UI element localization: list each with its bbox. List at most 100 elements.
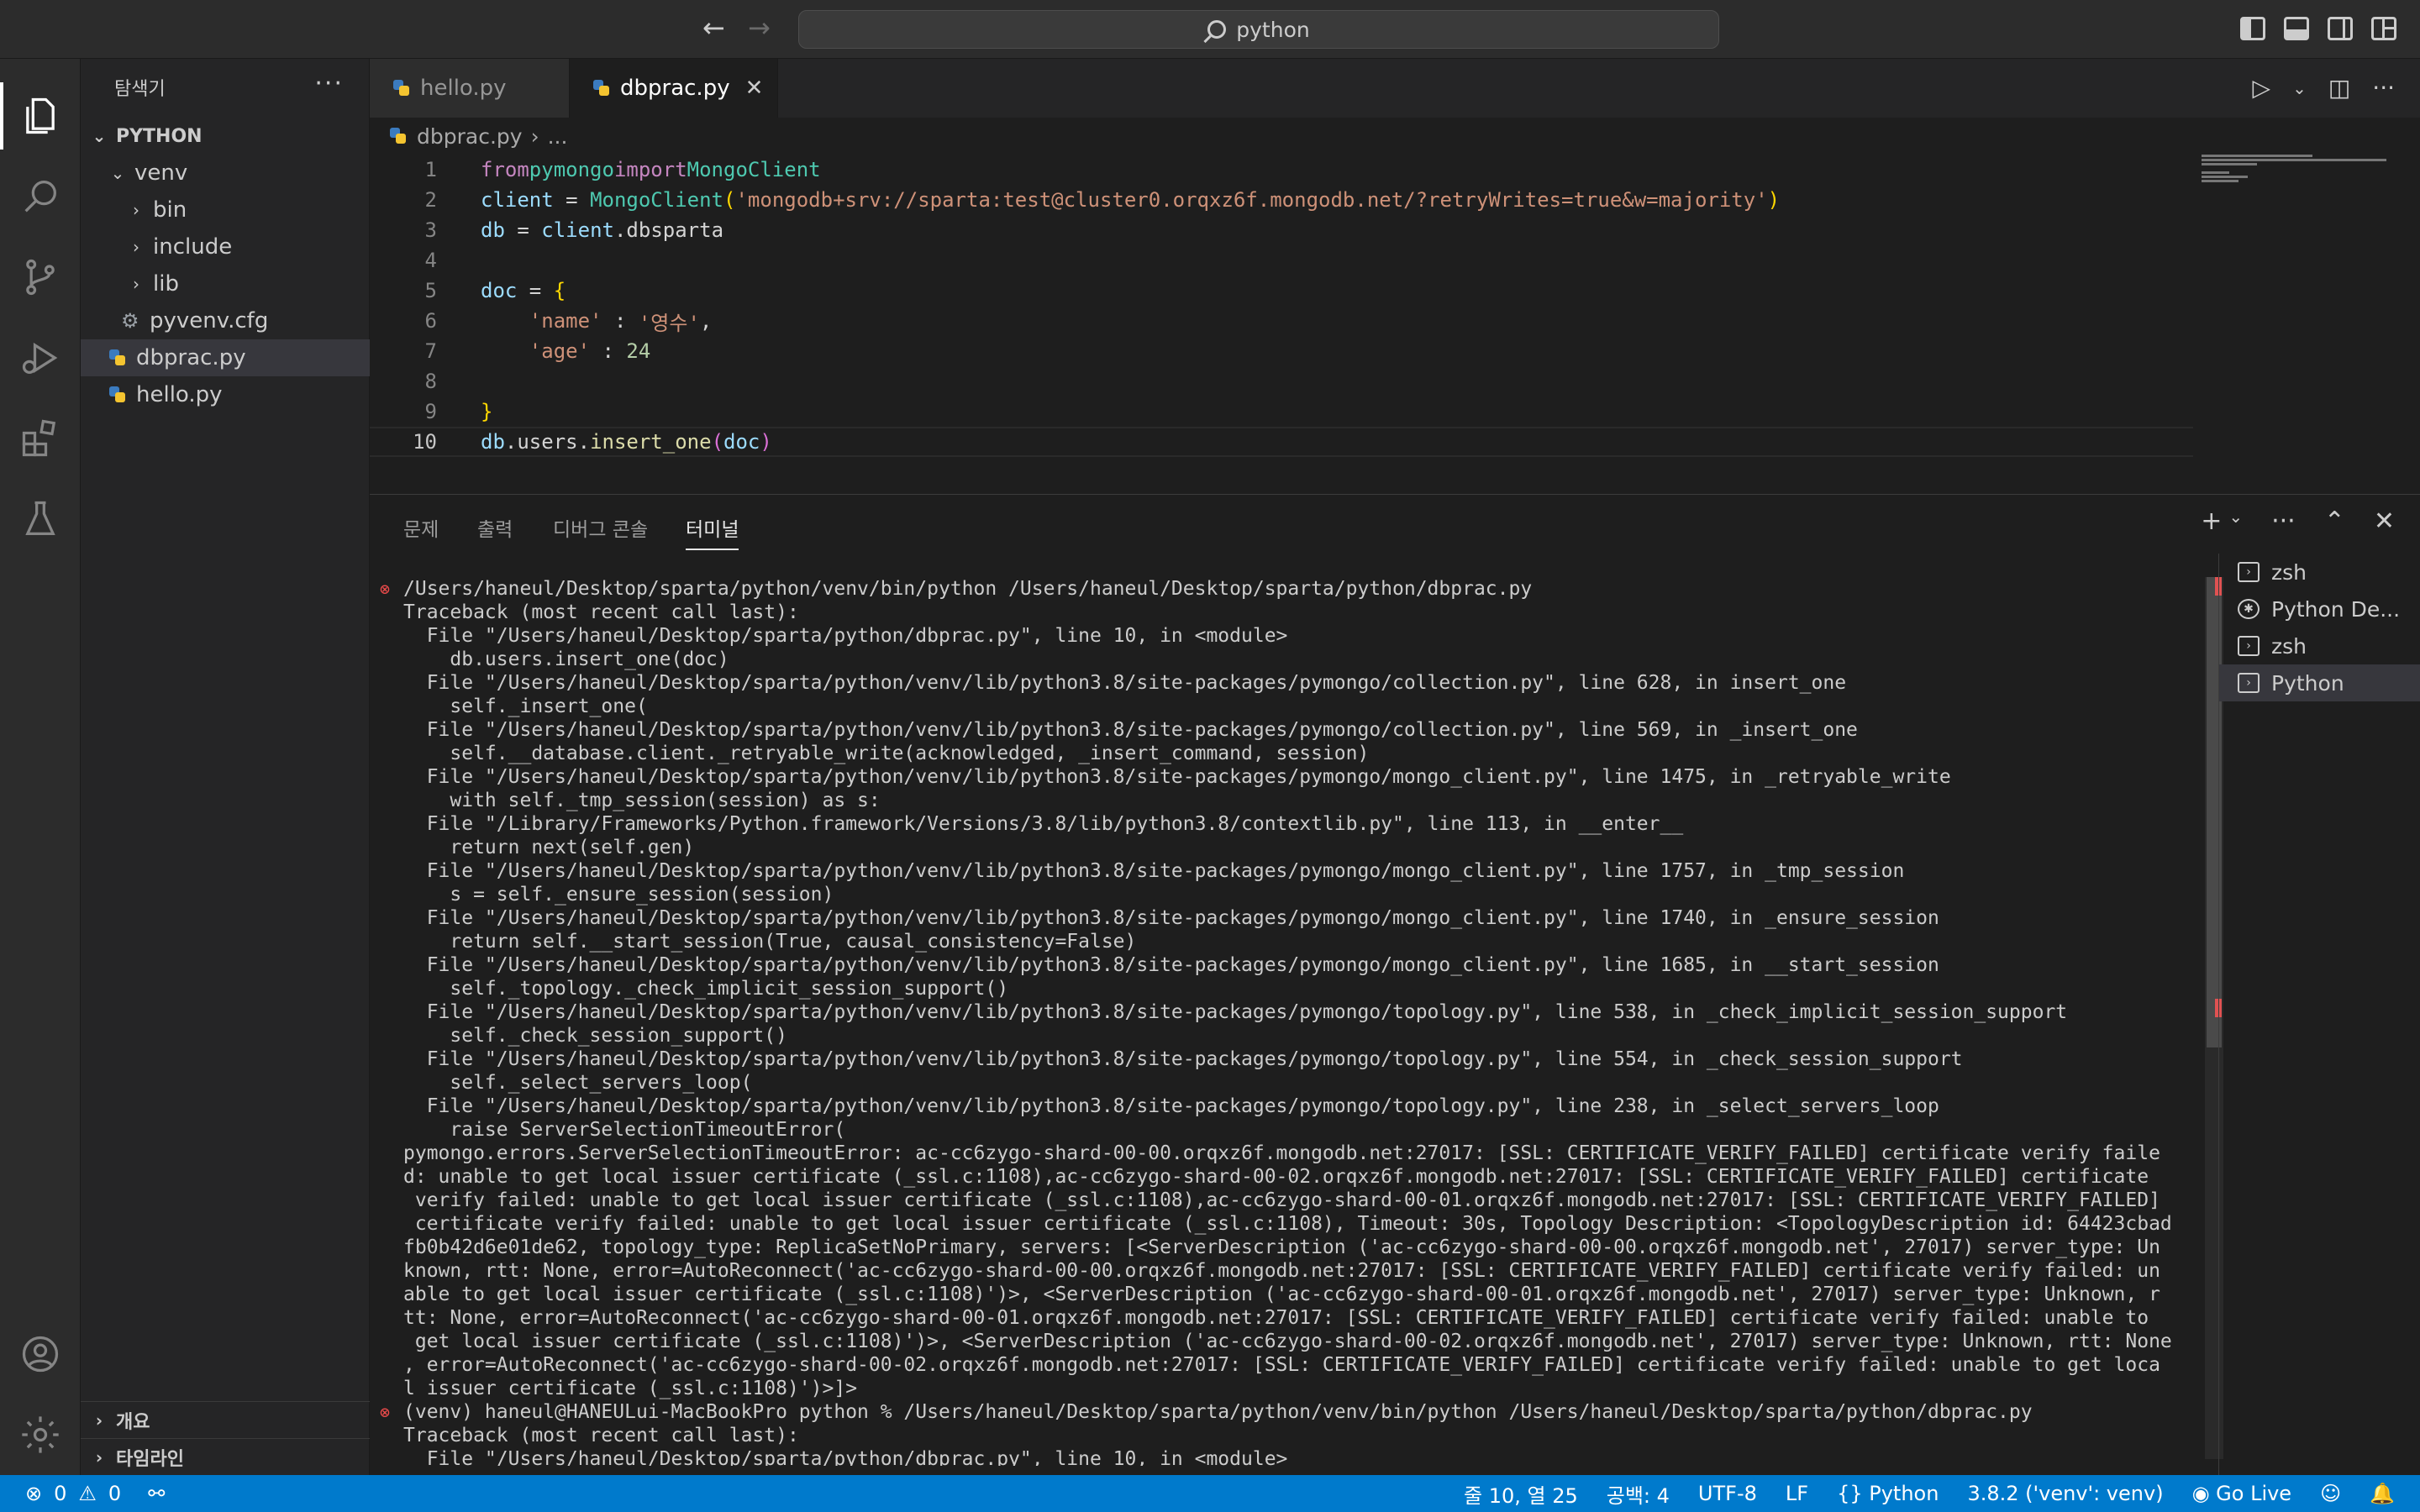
terminal-item-python-debug[interactable]: ✱ Python De...	[2219, 591, 2420, 627]
tab-hello-py[interactable]: hello.py	[370, 59, 570, 118]
accounts-icon[interactable]	[0, 1314, 81, 1394]
terminal-item-zsh-2[interactable]: › zsh	[2219, 627, 2420, 664]
toggle-primary-sidebar-icon[interactable]	[2240, 17, 2265, 40]
tree-item-bin[interactable]: › bin	[81, 192, 370, 228]
warning-icon[interactable]: ⚠	[78, 1482, 97, 1505]
tab-problems[interactable]: 문제	[403, 513, 439, 542]
language-mode[interactable]: {} Python	[1837, 1482, 1939, 1505]
terminal-line: File "/Users/haneul/Desktop/sparta/pytho…	[370, 859, 2218, 883]
explorer-icon[interactable]	[0, 76, 81, 156]
terminal-line-text: self._insert_one(	[403, 696, 648, 717]
tree-item-lib[interactable]: › lib	[81, 265, 370, 302]
terminal-line-text: db.users.insert_one(doc)	[403, 648, 729, 670]
tab-debug-console[interactable]: 디버그 콘솔	[553, 513, 648, 542]
panel-tabs: 문제 출력 디버그 콘솔 터미널 + ⌄ ··· ⌃ ✕	[370, 495, 2420, 557]
terminal-line: known, rtt: None, error=AutoReconnect('a…	[370, 1259, 2218, 1283]
tab-dbprac-py[interactable]: dbprac.py ✕	[570, 59, 778, 118]
terminal-line: , error=AutoReconnect('ac-cc6zygo-shard-…	[370, 1353, 2218, 1377]
feedback-icon[interactable]: ☺	[2320, 1482, 2341, 1505]
status-right: 줄 10, 열 25 공백: 4 UTF-8 LF {} Python 3.8.…	[1464, 1475, 2395, 1512]
timeline-label: 타임라인	[116, 1448, 184, 1470]
terminal-line-text: pymongo.errors.ServerSelectionTimeoutErr…	[403, 1142, 2160, 1164]
more-actions-icon[interactable]: ···	[2271, 507, 2296, 536]
line-number: 7	[424, 339, 437, 363]
encoding[interactable]: UTF-8	[1698, 1482, 1757, 1505]
error-decoration-icon[interactable]: ⊗	[380, 1400, 390, 1424]
run-python-file-icon[interactable]: ▷	[2253, 74, 2271, 102]
terminal-line: s = self._ensure_session(session)	[370, 883, 2218, 906]
source-control-icon[interactable]	[0, 237, 81, 318]
toggle-panel-icon[interactable]	[2284, 17, 2309, 40]
maximize-panel-icon[interactable]: ⌃	[2324, 507, 2345, 536]
terminal-item-label: Python De...	[2271, 596, 2401, 622]
tree-item-pyvenv-cfg[interactable]: ⚙ pyvenv.cfg	[81, 302, 370, 339]
toggle-secondary-sidebar-icon[interactable]	[2328, 17, 2353, 40]
minimap[interactable]	[2202, 155, 2386, 205]
terminal-output[interactable]: ⊗ /Users/haneul/Desktop/sparta/python/ven…	[370, 577, 2218, 1466]
errors-icon[interactable]: ⊗	[25, 1482, 42, 1505]
go-live-button[interactable]: ◉ Go Live	[2192, 1482, 2292, 1505]
new-terminal-icon[interactable]: +	[2201, 507, 2222, 536]
tab-terminal[interactable]: 터미널	[686, 513, 739, 550]
tab-label: dbprac.py	[620, 76, 730, 101]
terminal-line-text: Traceback (most recent call last):	[403, 601, 799, 623]
terminal-line-text: File "/Users/haneul/Desktop/sparta/pytho…	[403, 719, 1858, 741]
terminal-line: File "/Users/haneul/Desktop/sparta/pytho…	[370, 953, 2218, 977]
customize-layout-icon[interactable]	[2371, 17, 2396, 40]
terminal-line: File "/Users/haneul/Desktop/sparta/pytho…	[370, 624, 2218, 648]
tree-item-venv[interactable]: ⌄ venv	[81, 155, 370, 192]
terminal-line: File "/Users/haneul/Desktop/sparta/pytho…	[370, 1000, 2218, 1024]
breadcrumb-file[interactable]: dbprac.py	[417, 124, 523, 149]
more-actions-icon[interactable]: ···	[2372, 74, 2395, 102]
python-interpreter[interactable]: 3.8.2 ('venv': venv)	[1967, 1482, 2163, 1505]
end-of-line[interactable]: LF	[1786, 1482, 1808, 1505]
chevron-down-icon[interactable]: ⌄	[2292, 78, 2307, 98]
terminal-line: certificate verify failed: unable to get…	[370, 1212, 2218, 1236]
close-panel-icon[interactable]: ✕	[2374, 507, 2395, 536]
command-center-text: python	[1236, 17, 1310, 42]
command-center-search[interactable]: python	[798, 10, 1719, 49]
tree-item-label: venv	[134, 160, 188, 186]
terminal-line-text: raise ServerSelectionTimeoutError(	[403, 1119, 846, 1141]
back-arrow-icon[interactable]: ←	[702, 12, 725, 44]
terminal-line: self._topology._check_implicit_session_s…	[370, 977, 2218, 1000]
terminal-line: File "/Users/haneul/Desktop/sparta/pytho…	[370, 671, 2218, 695]
error-decoration-icon[interactable]: ⊗	[380, 577, 390, 601]
forward-arrow-icon[interactable]: →	[748, 12, 771, 44]
folder-root-python[interactable]: ⌄ PYTHON	[81, 118, 370, 155]
terminal-item-python[interactable]: › Python	[2219, 664, 2420, 701]
testing-icon[interactable]	[0, 479, 81, 559]
tree-item-dbprac-py[interactable]: dbprac.py	[81, 339, 370, 376]
settings-gear-icon[interactable]	[0, 1394, 81, 1475]
breadcrumb-rest[interactable]: ...	[548, 124, 568, 149]
terminal-line-text: File "/Users/haneul/Desktop/sparta/pytho…	[403, 1048, 1963, 1070]
terminal-line-text: self._topology._check_implicit_session_s…	[403, 978, 1009, 1000]
extensions-icon[interactable]	[0, 398, 81, 479]
terminal-line-text: File "/Users/haneul/Desktop/sparta/pytho…	[403, 1001, 2068, 1023]
timeline-section[interactable]: › 타임라인	[81, 1438, 370, 1475]
outline-section[interactable]: › 개요	[81, 1401, 370, 1438]
terminal-item-zsh[interactable]: › zsh	[2219, 554, 2420, 591]
more-actions-icon[interactable]: ···	[314, 69, 344, 98]
search-icon[interactable]	[0, 156, 81, 237]
code-line: 6 'name' : '영수',	[370, 306, 2193, 336]
warning-count[interactable]: 0	[108, 1482, 121, 1505]
terminal-line-text: File "/Users/haneul/Desktop/sparta/pytho…	[403, 954, 1939, 976]
tree-item-include[interactable]: › include	[81, 228, 370, 265]
terminal-line: pymongo.errors.ServerSelectionTimeoutErr…	[370, 1142, 2218, 1165]
notifications-bell-icon[interactable]: 🔔	[2370, 1482, 2395, 1505]
run-debug-icon[interactable]	[0, 318, 81, 398]
tree-item-hello-py[interactable]: hello.py	[81, 376, 370, 413]
line-number: 4	[424, 249, 437, 272]
tab-output[interactable]: 출력	[477, 513, 513, 542]
code-editor[interactable]: 1 from pymongo import MongoClient 2 client…	[370, 155, 2420, 492]
cursor-position[interactable]: 줄 10, 열 25	[1464, 1479, 1578, 1509]
remote-debug-icon[interactable]: ⚯	[148, 1482, 165, 1505]
error-count[interactable]: 0	[54, 1482, 66, 1505]
tab-label: hello.py	[420, 76, 507, 101]
split-editor-icon[interactable]: ◫	[2328, 74, 2350, 102]
close-icon[interactable]: ✕	[745, 76, 764, 101]
indentation[interactable]: 공백: 4	[1607, 1479, 1670, 1509]
go-live-label: Go Live	[2216, 1482, 2292, 1505]
chevron-down-icon[interactable]: ⌄	[2228, 507, 2243, 536]
